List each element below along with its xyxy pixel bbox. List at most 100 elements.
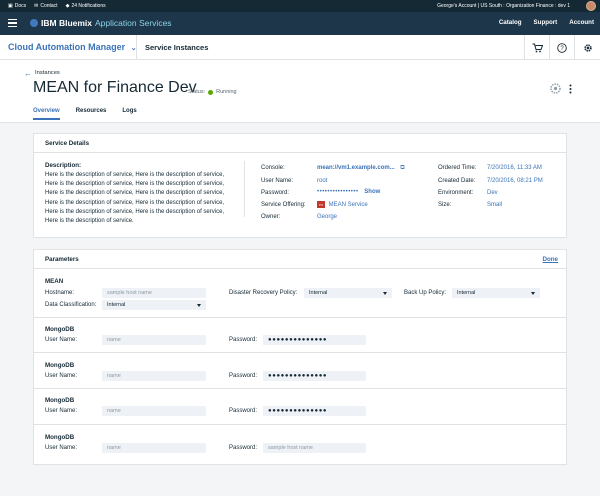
account-info[interactable]: George's Account | US South : Organizati… xyxy=(437,3,570,9)
app-switcher[interactable]: Cloud Automation Manager ⌄ xyxy=(8,42,137,52)
mongo-password-input[interactable]: ●●●●●●●●●●●●●● xyxy=(263,371,366,381)
mongo-password-label: Password: xyxy=(229,373,258,379)
section-title-mongodb: MongoDB xyxy=(45,397,75,404)
help-button[interactable]: ? xyxy=(549,35,574,60)
mongo-username-input[interactable]: name xyxy=(102,371,206,381)
password-row: •••••••••••••••• Show xyxy=(317,189,380,195)
external-link-icon[interactable]: ⧉ xyxy=(400,165,404,171)
caret-down-icon xyxy=(197,303,201,307)
menu-icon[interactable] xyxy=(8,19,17,27)
bluemix-logo-icon xyxy=(30,19,38,27)
mongo-username-input[interactable]: name xyxy=(102,443,206,453)
gear-icon xyxy=(583,43,592,52)
ordered-value: 7/20/2016, 11:33 AM xyxy=(487,165,542,171)
notifications-label: 24 Notifications xyxy=(71,3,106,9)
hostname-input[interactable]: sample host name xyxy=(102,288,206,298)
description-label: Description: xyxy=(45,162,82,169)
docs-link[interactable]: ▣ Docs xyxy=(8,3,26,9)
avatar[interactable] xyxy=(586,1,596,11)
contact-label: Contact xyxy=(40,3,58,9)
done-button[interactable]: Done xyxy=(543,256,558,263)
data-class-select[interactable]: Internal xyxy=(102,300,206,310)
overflow-menu-icon[interactable] xyxy=(569,84,572,94)
page-title: MEAN for Finance Dev xyxy=(33,79,197,96)
back-link[interactable]: ← Instances xyxy=(24,68,60,78)
svg-text:?: ? xyxy=(560,46,564,52)
username-label: User Name: xyxy=(261,178,294,184)
divider xyxy=(34,352,566,353)
offering-link[interactable]: MEAN Service xyxy=(329,202,368,208)
top-utility-bar: ▣ Docs ✉ Contact ◆ 24 Notifications Geor… xyxy=(0,0,600,12)
tab-bar: Overview Resources Logs xyxy=(33,108,153,120)
cart-button[interactable] xyxy=(524,35,549,60)
section-title-mongodb: MongoDB xyxy=(45,362,75,369)
mongo-username-label: User Name: xyxy=(45,445,78,451)
description-line: Here is the description of service, Here… xyxy=(45,172,225,178)
mongo-username-input[interactable]: name xyxy=(102,406,206,416)
mongo-password-input[interactable]: ●●●●●●●●●●●●●● xyxy=(263,335,366,345)
tab-logs[interactable]: Logs xyxy=(122,108,136,120)
show-password-button[interactable]: Show xyxy=(364,189,380,195)
tab-overview[interactable]: Overview xyxy=(33,108,60,120)
description-line: Here is the description of service. xyxy=(45,218,134,225)
card-header: Service Details xyxy=(34,134,566,153)
arrow-left-icon: ← xyxy=(24,68,32,78)
service-logo-icon[interactable] xyxy=(550,83,561,94)
docs-icon: ▣ xyxy=(8,3,13,9)
brand-name: IBM Bluemix xyxy=(41,18,93,28)
status-indicator: Status: Running xyxy=(188,89,237,95)
main-nav: IBM Bluemix Application Services Catalog… xyxy=(0,12,600,35)
description-line: Here is the description of service, Here… xyxy=(45,199,225,206)
brand-product: Application Services xyxy=(95,18,172,28)
cart-icon xyxy=(532,43,543,52)
backup-policy-value: Internal xyxy=(457,290,476,296)
contact-link[interactable]: ✉ Contact xyxy=(34,3,57,9)
divider xyxy=(34,317,566,318)
chat-icon: ✉ xyxy=(34,3,39,9)
environment-value: Dev xyxy=(487,190,498,196)
brand[interactable]: IBM Bluemix Application Services xyxy=(30,18,172,28)
size-label: Size: xyxy=(438,202,452,208)
status-value: Running xyxy=(216,89,237,95)
password-label: Password: xyxy=(261,190,290,196)
nav-support[interactable]: Support xyxy=(534,19,558,26)
created-label: Created Date: xyxy=(438,178,476,184)
caret-down-icon xyxy=(383,291,387,295)
username-value: root xyxy=(317,178,328,184)
settings-button[interactable] xyxy=(574,35,600,60)
dr-policy-value: Internal xyxy=(309,290,328,296)
owner-label: Owner: xyxy=(261,214,281,220)
section-title-mongodb: MongoDB xyxy=(45,326,75,333)
mongo-username-label: User Name: xyxy=(45,373,78,379)
divider xyxy=(136,35,137,60)
console-label: Console: xyxy=(261,165,285,171)
mongo-password-input[interactable]: ●●●●●●●●●●●●●● xyxy=(263,406,366,416)
nav-catalog[interactable]: Catalog xyxy=(499,19,522,26)
dr-policy-select[interactable]: Internal xyxy=(304,288,392,298)
mean-logo-icon: m xyxy=(317,201,325,208)
mongo-password-input[interactable]: sample host name xyxy=(263,443,366,453)
console-link[interactable]: mean://vm1.example.com... xyxy=(317,165,395,171)
nav-account[interactable]: Account xyxy=(569,19,594,26)
backup-policy-label: Back Up Policy: xyxy=(404,290,447,296)
tab-resources[interactable]: Resources xyxy=(76,108,107,120)
back-label: Instances xyxy=(35,70,60,76)
help-icon: ? xyxy=(557,42,567,53)
card-title: Service Details xyxy=(45,140,90,147)
service-details-card: Service Details Description: Here is the… xyxy=(33,133,567,238)
notifications-link[interactable]: ◆ 24 Notifications xyxy=(66,3,106,9)
app-name: Cloud Automation Manager xyxy=(8,42,126,52)
data-class-label: Data Classification: xyxy=(45,302,97,308)
owner-value[interactable]: George xyxy=(317,214,337,220)
mongo-password-label: Password: xyxy=(229,408,258,414)
docs-label: Docs xyxy=(14,3,27,9)
size-value: Small xyxy=(487,202,503,208)
mongo-username-input[interactable]: name xyxy=(102,335,206,345)
mongo-username-label: User Name: xyxy=(45,337,78,343)
section-title: Service Instances xyxy=(145,43,209,52)
card-header: Parameters Done xyxy=(34,250,566,269)
dr-policy-label: Disaster Recovery Policy: xyxy=(229,290,298,296)
status-dot xyxy=(208,89,214,95)
backup-policy-select[interactable]: Internal xyxy=(452,288,540,298)
description-line: Here is the description of service, Here… xyxy=(45,181,225,188)
